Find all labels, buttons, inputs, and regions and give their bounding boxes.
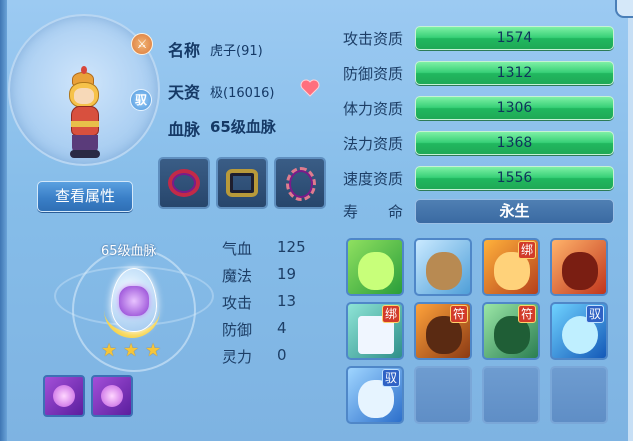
aptitude-bar: 1556 bbox=[415, 166, 614, 190]
lineage-skill-slot[interactable] bbox=[43, 375, 85, 417]
tame-badge: 驭 bbox=[382, 369, 400, 387]
skill-slot[interactable]: 符 bbox=[414, 302, 472, 360]
boot-skill-icon bbox=[426, 252, 462, 290]
lineage-label: 血脉 bbox=[168, 120, 201, 139]
bound-badge: 绑 bbox=[382, 305, 400, 323]
skill-slot[interactable] bbox=[414, 238, 472, 296]
view-attributes-button[interactable]: 查看属性 bbox=[37, 181, 133, 212]
talent-label: 天资 bbox=[168, 83, 201, 102]
panel-corner-button[interactable] bbox=[615, 0, 633, 18]
orb-title: 65级血脉 bbox=[101, 244, 157, 259]
star-icon: ★ bbox=[123, 340, 140, 361]
tame-badge: 驭 bbox=[586, 305, 604, 323]
crystal-icon bbox=[119, 286, 149, 316]
aptitude-label: 防御资质 bbox=[343, 65, 404, 83]
bonus-label: 魔法 bbox=[222, 267, 253, 285]
equip-slot-necklace[interactable] bbox=[158, 157, 210, 209]
skill-slot[interactable]: 符 bbox=[482, 302, 540, 360]
equip-slot-armor[interactable] bbox=[216, 157, 268, 209]
aptitude-bar: 1574 bbox=[415, 26, 614, 50]
bound-badge: 绑 bbox=[518, 241, 536, 259]
heart-icon[interactable] bbox=[300, 79, 320, 97]
skill-slot[interactable] bbox=[550, 238, 608, 296]
bonus-value: 125 bbox=[277, 238, 306, 256]
panel-left-edge bbox=[0, 0, 7, 441]
bonus-value: 4 bbox=[277, 319, 287, 337]
aptitude-label: 速度资质 bbox=[343, 170, 404, 188]
aptitude-label: 攻击资质 bbox=[343, 30, 404, 48]
bonus-value: 19 bbox=[277, 265, 297, 283]
name-label: 名称 bbox=[168, 41, 201, 60]
bonus-value: 13 bbox=[277, 292, 297, 310]
aptitude-bar: 1312 bbox=[415, 61, 614, 85]
armor-icon bbox=[226, 169, 258, 197]
empty-skill-slot[interactable] bbox=[414, 366, 472, 424]
purple-figure-icon bbox=[101, 385, 123, 407]
red-warrior-skill-icon bbox=[562, 252, 598, 290]
bonus-label: 攻击 bbox=[222, 294, 253, 312]
skill-slot[interactable]: 绑 bbox=[482, 238, 540, 296]
skill-slot[interactable]: 驭 bbox=[346, 366, 404, 424]
pet-type-icon[interactable]: ⚔ bbox=[131, 33, 153, 55]
tame-badge: 驭 bbox=[130, 89, 152, 111]
bonus-value: 0 bbox=[277, 346, 287, 364]
rune-badge: 符 bbox=[518, 305, 536, 323]
collar-icon bbox=[286, 167, 316, 201]
lineage-value: 65级血脉 bbox=[210, 118, 276, 136]
name-value: 虎子(91) bbox=[210, 44, 263, 59]
aptitude-label: 体力资质 bbox=[343, 100, 404, 118]
skill-slot[interactable] bbox=[346, 238, 404, 296]
empty-skill-slot[interactable] bbox=[550, 366, 608, 424]
talent-value: 极(16016) bbox=[210, 86, 275, 101]
bonus-label: 防御 bbox=[222, 321, 253, 339]
necklace-icon bbox=[168, 169, 200, 197]
aptitude-bar: 1368 bbox=[415, 131, 614, 155]
skill-slot[interactable]: 绑 bbox=[346, 302, 404, 360]
empty-skill-slot[interactable] bbox=[482, 366, 540, 424]
rune-badge: 符 bbox=[450, 305, 468, 323]
purple-burst-icon bbox=[53, 385, 75, 407]
star-icon: ★ bbox=[101, 340, 118, 361]
lineage-orb[interactable] bbox=[111, 268, 157, 332]
pet-avatar bbox=[60, 66, 116, 162]
aptitude-bar: 1306 bbox=[415, 96, 614, 120]
equip-slot-collar[interactable] bbox=[274, 157, 326, 209]
pet-detail-panel: ⚔ 驭 名称 虎子(91) 天资 极(16016) 血脉 65级血脉 查看属性 … bbox=[0, 0, 633, 441]
lineage-skill-slot[interactable] bbox=[91, 375, 133, 417]
skill-slot[interactable]: 驭 bbox=[550, 302, 608, 360]
lifespan-bar: 永生 bbox=[415, 199, 614, 224]
aptitude-label: 法力资质 bbox=[343, 135, 404, 153]
bonus-label: 气血 bbox=[222, 240, 253, 258]
bonus-label: 灵力 bbox=[222, 348, 253, 366]
green-ghost-skill-icon bbox=[358, 252, 394, 290]
star-icon: ★ bbox=[145, 340, 162, 361]
panel-right-edge bbox=[628, 0, 633, 441]
lifespan-label: 寿 命 bbox=[343, 203, 404, 221]
